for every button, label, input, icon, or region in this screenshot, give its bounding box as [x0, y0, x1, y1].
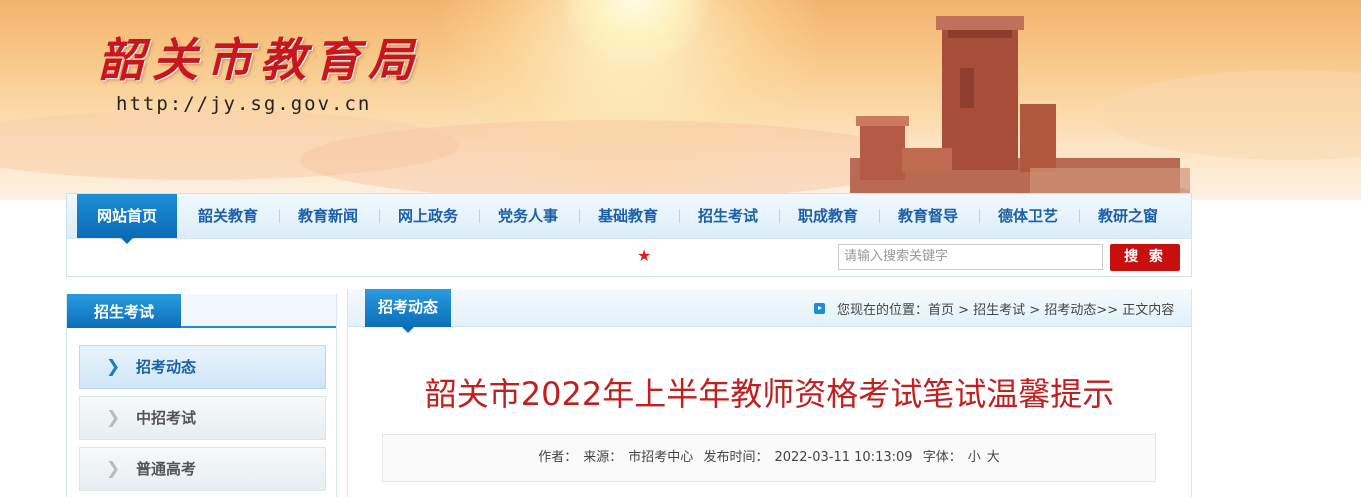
chevron-right-icon: ❯	[106, 459, 121, 479]
site-title: 韶关市教育局	[98, 33, 422, 87]
chevron-right-icon: ❯	[106, 357, 121, 377]
nav-item-education-news[interactable]: 教育新闻	[283, 194, 373, 238]
location-prefix: 您现在的位置：	[837, 303, 929, 318]
sidebar-item-high-school-entrance[interactable]: ❯ 中招考试	[79, 396, 326, 440]
font-large-button[interactable]: 大	[987, 450, 1000, 465]
main-content: 招考动态 您现在的位置：首页 > 招生考试 > 招考动态>> 正文内容 韶关市2…	[347, 289, 1192, 497]
nav-item-admission-exams[interactable]: 招生考试	[683, 194, 773, 238]
main-header: 招考动态 您现在的位置：首页 > 招生考试 > 招考动态>> 正文内容	[348, 289, 1191, 333]
nav-divider	[279, 209, 280, 223]
nav-item-home[interactable]: 网站首页	[77, 194, 177, 244]
nav-divider	[579, 209, 580, 223]
nav-item-e-government[interactable]: 网上政务	[383, 194, 473, 238]
star-icon: ★	[637, 246, 652, 265]
sidebar-item-label: 普通高考	[136, 460, 197, 478]
nav-divider	[379, 209, 380, 223]
nav-item-shaoguan-education[interactable]: 韶关教育	[183, 194, 273, 238]
source-label: 来源：	[583, 450, 623, 465]
nav-divider	[779, 209, 780, 223]
main-tab: 招考动态	[365, 289, 451, 333]
chevron-right-icon: ❯	[106, 408, 121, 428]
sidebar-item-admission-news[interactable]: ❯ 招考动态	[79, 345, 326, 389]
nav-item-basic-education[interactable]: 基础教育	[583, 194, 673, 238]
article-meta: 作者： 来源： 市招考中心 发布时间： 2022-03-11 10:13:09 字体：…	[383, 435, 1155, 481]
search-button[interactable]: 搜 索	[1110, 244, 1180, 271]
location-icon	[814, 303, 825, 314]
sidebar-item-label: 中招考试	[136, 409, 197, 427]
nav-divider	[479, 209, 480, 223]
nav-item-party-personnel[interactable]: 党务人事	[483, 194, 573, 238]
nav-box: 网站首页 韶关教育 教育新闻 网上政务 党务人事 基础教育 招生考试 职成教育 …	[66, 193, 1192, 277]
article-meta-box: 作者： 来源： 市招考中心 发布时间： 2022-03-11 10:13:09 字体：…	[382, 434, 1156, 482]
breadcrumb-links[interactable]: 首页 > 招生考试 > 招考动态>> 正文内容	[928, 303, 1174, 318]
font-small-button[interactable]: 小	[968, 450, 981, 465]
nav-divider	[979, 209, 980, 223]
nav-item-teaching-research[interactable]: 教研之窗	[1083, 194, 1173, 238]
sidebar-item-college-entrance[interactable]: ❯ 普通高考	[79, 447, 326, 491]
source-value: 市招考中心	[628, 450, 694, 465]
sidebar-item-label: 招考动态	[136, 358, 197, 376]
sidebar: 招生考试 ❯ 招考动态 ❯ 中招考试 ❯ 普通高考	[66, 294, 337, 497]
nav-item-vocational-education[interactable]: 职成教育	[783, 194, 873, 238]
nav-divider	[679, 209, 680, 223]
breadcrumb: 您现在的位置：首页 > 招生考试 > 招考动态>> 正文内容	[837, 299, 1174, 318]
nav-item-education-supervision[interactable]: 教育督导	[883, 194, 973, 238]
sidebar-header: 招生考试	[67, 294, 336, 328]
nav-item-moral-sports-health-arts[interactable]: 德体卫艺	[983, 194, 1073, 238]
author-label: 作者：	[538, 450, 578, 465]
article-title: 韶关市2022年上半年教师资格考试笔试温馨提示	[424, 375, 1115, 413]
font-label: 字体：	[922, 450, 962, 465]
header-banner: 韶关市教育局 http://jy.sg.gov.cn	[0, 0, 1361, 200]
sidebar-title: 招生考试	[67, 294, 181, 328]
publish-label: 发布时间：	[703, 450, 769, 465]
publish-time: 2022-03-11 10:13:09	[774, 450, 913, 465]
nav-divider	[879, 209, 880, 223]
cloud-image	[300, 120, 920, 200]
monument-image	[848, 16, 1190, 200]
search-input[interactable]: 请输入搜索关键字	[838, 244, 1103, 270]
nav-divider	[1079, 209, 1080, 223]
site-url: http://jy.sg.gov.cn	[116, 93, 372, 115]
main-nav: 网站首页 韶关教育 教育新闻 网上政务 党务人事 基础教育 招生考试 职成教育 …	[67, 194, 1191, 244]
